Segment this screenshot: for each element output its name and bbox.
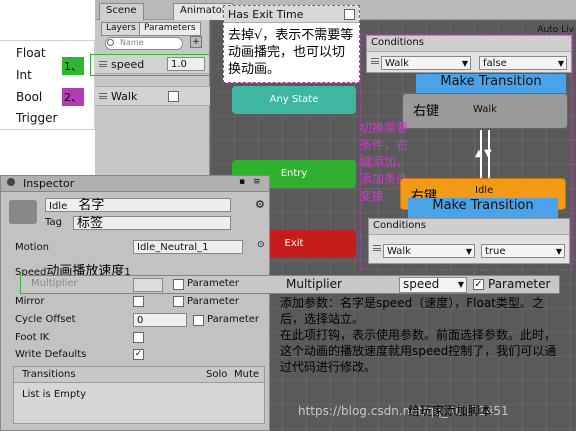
- state-entry-label: Entry: [280, 168, 308, 179]
- menu-item-bool[interactable]: Bool: [16, 90, 42, 104]
- state-any-label: Any State: [269, 94, 319, 105]
- tab-layers-label: Layers: [106, 23, 136, 33]
- param-name-walk: Walk: [111, 90, 138, 103]
- multiplier-parameter-label: Parameter: [187, 278, 240, 289]
- multiplier-label: Multiplier: [31, 278, 78, 289]
- multiplier-parameter-checkbox[interactable]: [173, 279, 184, 290]
- cycle-offset-field[interactable]: 0: [133, 313, 187, 327]
- state-any[interactable]: Any State: [232, 86, 356, 114]
- param-walk-checkbox[interactable]: [168, 91, 179, 102]
- multiplier-param-value: speed: [403, 277, 440, 291]
- motion-value: Idle_Neutral_1: [137, 242, 209, 253]
- info-icon: [7, 178, 15, 186]
- tab-scene-label: Scene: [106, 5, 137, 16]
- transitions-title: Transitions: [22, 369, 76, 380]
- menu-item-trigger[interactable]: Trigger: [16, 111, 57, 125]
- multiplier-select[interactable]: [133, 278, 163, 292]
- use-parameter-checkbox[interactable]: ✓: [473, 279, 484, 290]
- parameter-type-menu: Float Int Bool Trigger: [0, 40, 95, 130]
- foot-ik-checkbox[interactable]: [133, 332, 144, 343]
- exit-time-popup: Has Exit Time 去掉√，表示不需要等动画播完，也可以切换动画。: [223, 5, 360, 83]
- use-parameter-label: Parameter: [488, 277, 551, 291]
- mirror-label: Mirror: [15, 296, 45, 307]
- annotation-label-2: 2、: [62, 88, 84, 106]
- cycle-offset-label: Cycle Offset: [15, 314, 76, 325]
- settings-gear-icon[interactable]: ⚙: [255, 198, 265, 211]
- cycle-offset-value: 0: [137, 315, 144, 326]
- param-row-walk[interactable]: Walk: [95, 86, 210, 106]
- state-name-value: Idle: [49, 201, 68, 212]
- inspector-title: Inspector: [23, 177, 75, 190]
- drag-handle-icon[interactable]: [99, 93, 107, 99]
- has-exit-time-checkbox[interactable]: [344, 9, 355, 20]
- tag-annotation: 标签: [77, 216, 104, 231]
- state-exit-label: Exit: [284, 238, 304, 249]
- chevron-down-icon: ▼: [457, 280, 464, 289]
- state-icon: [9, 200, 37, 224]
- exit-time-note: 去掉√，表示不需要等动画播完，也可以切换动画。: [228, 28, 354, 77]
- motion-field[interactable]: Idle_Neutral_1: [133, 240, 243, 254]
- foot-ik-label: Foot IK: [15, 332, 50, 343]
- search-icon: [107, 39, 114, 46]
- has-exit-time-label: Has Exit Time: [228, 8, 304, 21]
- auto-live-toggle[interactable]: Auto Liv: [537, 25, 574, 35]
- multiplier-zoom-label: Multiplier: [286, 277, 342, 291]
- parameter-search-input[interactable]: Name: [105, 37, 183, 50]
- state-name-field[interactable]: Idle 名字: [45, 198, 231, 212]
- lock-icon[interactable]: ▪: [239, 177, 245, 187]
- object-picker-icon[interactable]: ⊙: [257, 240, 265, 250]
- add-script-note: 给玩家添加脚本: [408, 404, 493, 418]
- motion-label: Motion: [15, 242, 49, 253]
- cycle-offset-parameter-checkbox[interactable]: [193, 315, 204, 326]
- annotation-label-1: 1、: [62, 57, 84, 75]
- multiplier-row: Multiplier Parameter Multiplier speed ▼ ✓…: [20, 275, 560, 294]
- mirror-parameter-checkbox[interactable]: [173, 296, 184, 307]
- tab-layers[interactable]: Layers: [101, 22, 141, 36]
- mirror-checkbox[interactable]: [133, 296, 144, 307]
- multiplier-param-select[interactable]: speed ▼: [399, 277, 467, 293]
- transitions-empty-text: List is Empty: [22, 389, 87, 400]
- tab-scene[interactable]: Scene: [99, 3, 144, 20]
- mirror-parameter-label: Parameter: [187, 296, 240, 307]
- explanation-note: 添加参数：名字是speed（速度），Float类型。之后，选择站立。 在此项打钩…: [280, 296, 557, 374]
- tag-field[interactable]: 标签: [73, 216, 231, 230]
- tab-animator-label: Animator: [180, 5, 226, 16]
- inspector-panel: Inspector ▪ ≡ Idle 名字 ⚙ Tag 标签 Motion Id…: [0, 175, 270, 431]
- menu-icon[interactable]: ≡: [253, 177, 261, 187]
- solo-label: Solo: [206, 369, 228, 380]
- write-defaults-label: Write Defaults: [15, 349, 87, 360]
- name-annotation: 名字: [78, 198, 105, 213]
- add-parameter-button[interactable]: +: [190, 36, 202, 48]
- transitions-list: Transitions Solo Mute List is Empty: [13, 366, 265, 424]
- tab-parameters[interactable]: Parameters: [139, 22, 201, 36]
- inspector-header: Inspector ▪ ≡: [1, 176, 269, 192]
- search-placeholder: Name: [120, 38, 144, 47]
- menu-item-float[interactable]: Float: [16, 46, 46, 60]
- highlight-speed: [90, 54, 210, 76]
- tag-label: Tag: [45, 217, 62, 228]
- write-defaults-checkbox[interactable]: ✓: [133, 349, 144, 360]
- highlight-transitions: [360, 34, 573, 270]
- tab-parameters-label: Parameters: [144, 23, 196, 33]
- mute-label: Mute: [234, 369, 260, 380]
- cycle-offset-parameter-label: Parameter: [207, 314, 260, 325]
- menu-item-int[interactable]: Int: [16, 68, 32, 82]
